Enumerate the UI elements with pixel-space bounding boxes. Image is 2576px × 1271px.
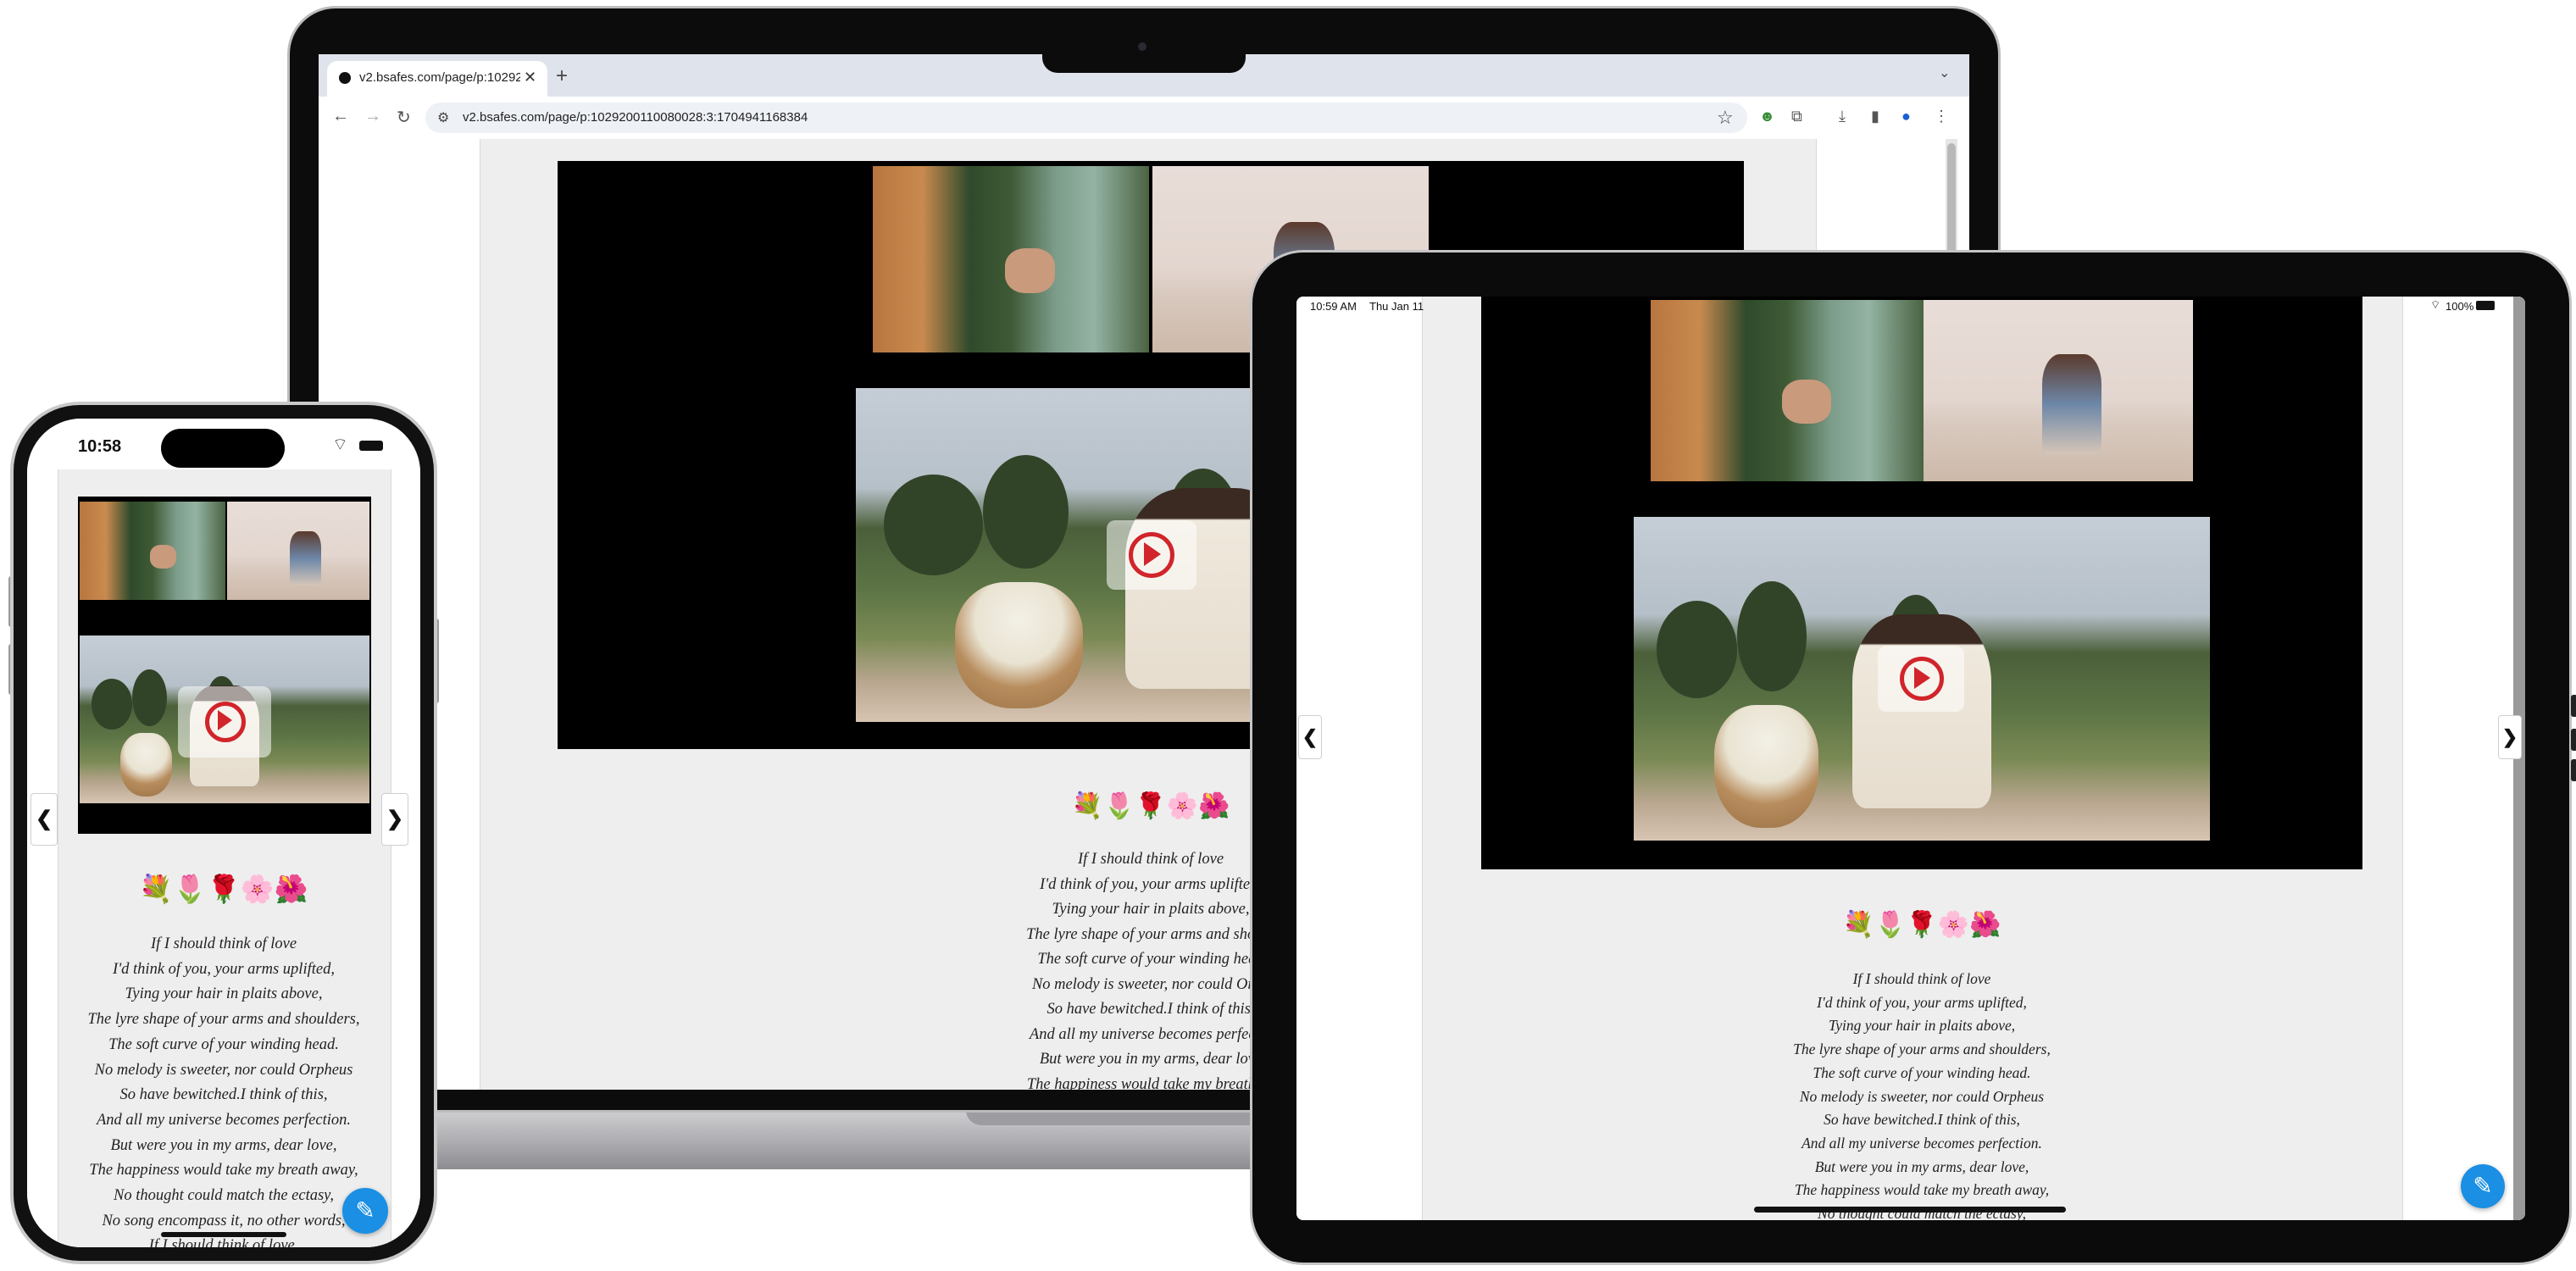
wifi-icon: ⌔	[332, 436, 348, 454]
poem-line: So have bewitched.I think of this,	[1824, 1111, 2020, 1129]
emoji-row: 💐🌷🌹🌸🌺	[1842, 911, 2001, 939]
poem-line: And all my universe becomes perfection.	[96, 1111, 352, 1129]
poem-line: The soft curve of your winding head.	[1813, 1063, 2031, 1081]
address-bar[interactable]: ⚙ v2.bsafes.com/page/p:1029200110080028:…	[425, 103, 1747, 133]
photo-beach-couple[interactable]	[1924, 300, 2193, 481]
status-time: 10:58	[78, 437, 122, 456]
poem-line: So have bewitched.I think of this,	[119, 1086, 328, 1104]
browser-tab[interactable]: v2.bsafes.com/page/p:1029200110080028:3 …	[327, 61, 547, 97]
extension-icon[interactable]: ☻	[1759, 108, 1775, 125]
tablet-side-button	[2571, 759, 2576, 781]
photo-holding-hands[interactable]	[873, 166, 1149, 352]
prev-page-button[interactable]: ❮	[31, 793, 58, 846]
prev-page-button[interactable]: ❮	[1298, 715, 1322, 759]
poem-line: If I should think of love	[1852, 970, 1991, 987]
play-video-button[interactable]	[178, 686, 271, 758]
status-time: 10:59 AM	[1310, 300, 1357, 313]
battery-icon	[2476, 301, 2495, 310]
photo-holding-hands[interactable]	[1651, 300, 1924, 481]
next-page-button[interactable]: ❯	[2498, 715, 2522, 759]
poem-line: The happiness would take my breath away,	[89, 1162, 358, 1179]
poem-line: If I should think of love	[150, 935, 297, 952]
tab-title: v2.bsafes.com/page/p:1029200110080028:3	[359, 70, 520, 85]
next-page-button[interactable]: ❯	[381, 793, 408, 846]
address-url: v2.bsafes.com/page/p:1029200110080028:3:…	[463, 110, 808, 125]
poem-line: The lyre shape of your arms and shoulder…	[1793, 1041, 2051, 1058]
phone-screen: 10:58 ⌔ ❮ ❯ 💐🌷🌹🌸🌺 If I should think of l…	[27, 419, 420, 1247]
photo-holding-hands[interactable]	[80, 502, 225, 600]
scrollbar-thumb[interactable]	[1947, 143, 1956, 262]
play-video-button[interactable]	[1107, 520, 1196, 590]
home-indicator[interactable]	[161, 1232, 286, 1237]
poem-line: But were you in my arms, dear love,	[1814, 1157, 2029, 1175]
side-panel-icon[interactable]: ▮	[1871, 108, 1879, 125]
poem-line: I'd think of you, your arms uplifted,	[113, 960, 335, 978]
forward-icon[interactable]: →	[364, 107, 381, 126]
poem-line: And all my universe becomes perfection.	[1802, 1134, 2042, 1152]
dynamic-island	[161, 429, 285, 468]
status-date: Thu Jan 11	[1369, 300, 1424, 313]
tablet-screen: 10:59 AM Thu Jan 11 ⌔ 100% ❮ ❯ 💐🌷🌹🌸🌺 If …	[1296, 297, 2525, 1220]
favicon-icon	[339, 72, 351, 84]
emoji-row: 💐🌷🌹🌸🌺	[139, 874, 308, 904]
phone-side-button	[434, 619, 439, 703]
tablet-side-button	[2571, 695, 2576, 717]
bookmark-star-icon[interactable]: ☆	[1717, 107, 1734, 129]
poem-line: The happiness would take my breath away,	[1794, 1181, 2050, 1199]
new-tab-button[interactable]: +	[556, 64, 568, 88]
poem-line: The lyre shape of your arms and shoulder…	[87, 1011, 360, 1029]
close-tab-icon[interactable]: ✕	[524, 69, 536, 86]
edit-button[interactable]: ✎	[2461, 1164, 2505, 1208]
wifi-icon: ⌔	[2430, 298, 2441, 311]
home-indicator[interactable]	[1754, 1207, 2066, 1213]
profile-avatar-icon[interactable]: ●	[1901, 108, 1911, 125]
camera-icon	[1138, 42, 1146, 51]
photo-beach-couple[interactable]	[227, 502, 369, 600]
poem-line: I'd think of you, your arms uplifted,	[1817, 993, 2027, 1011]
battery-icon	[359, 441, 383, 451]
menu-kebab-icon[interactable]: ⋮	[1934, 108, 1949, 125]
tablet-side-button	[2571, 729, 2576, 751]
extensions-puzzle-icon[interactable]: ⧉	[1791, 108, 1802, 125]
edit-button[interactable]: ✎	[342, 1188, 388, 1234]
play-video-button[interactable]	[1878, 646, 1964, 712]
reload-icon[interactable]: ↻	[397, 107, 411, 128]
poem-line: The soft curve of your winding head.	[108, 1035, 339, 1053]
back-icon[interactable]: ←	[332, 107, 349, 126]
poem-line: Tying your hair in plaits above,	[125, 985, 323, 1003]
status-battery: 100%	[2446, 300, 2474, 313]
poem-line: No melody is sweeter, nor could Orpheus	[1799, 1087, 2045, 1105]
poem-line: No melody is sweeter, nor could Orpheus	[94, 1061, 353, 1079]
poem-text: If I should think of love I'd think of y…	[1710, 968, 2134, 1220]
poem-line: Tying your hair in plaits above,	[1828, 1017, 2016, 1035]
tab-search-icon[interactable]: ⌄	[1939, 64, 1950, 81]
poem-line: But were you in my arms, dear love,	[110, 1136, 337, 1154]
site-info-icon[interactable]: ⚙	[437, 109, 449, 126]
browser-toolbar: ← → ↻ ⚙ v2.bsafes.com/page/p:10292001100…	[319, 97, 1969, 140]
download-icon[interactable]: ⤓	[1839, 108, 1846, 125]
